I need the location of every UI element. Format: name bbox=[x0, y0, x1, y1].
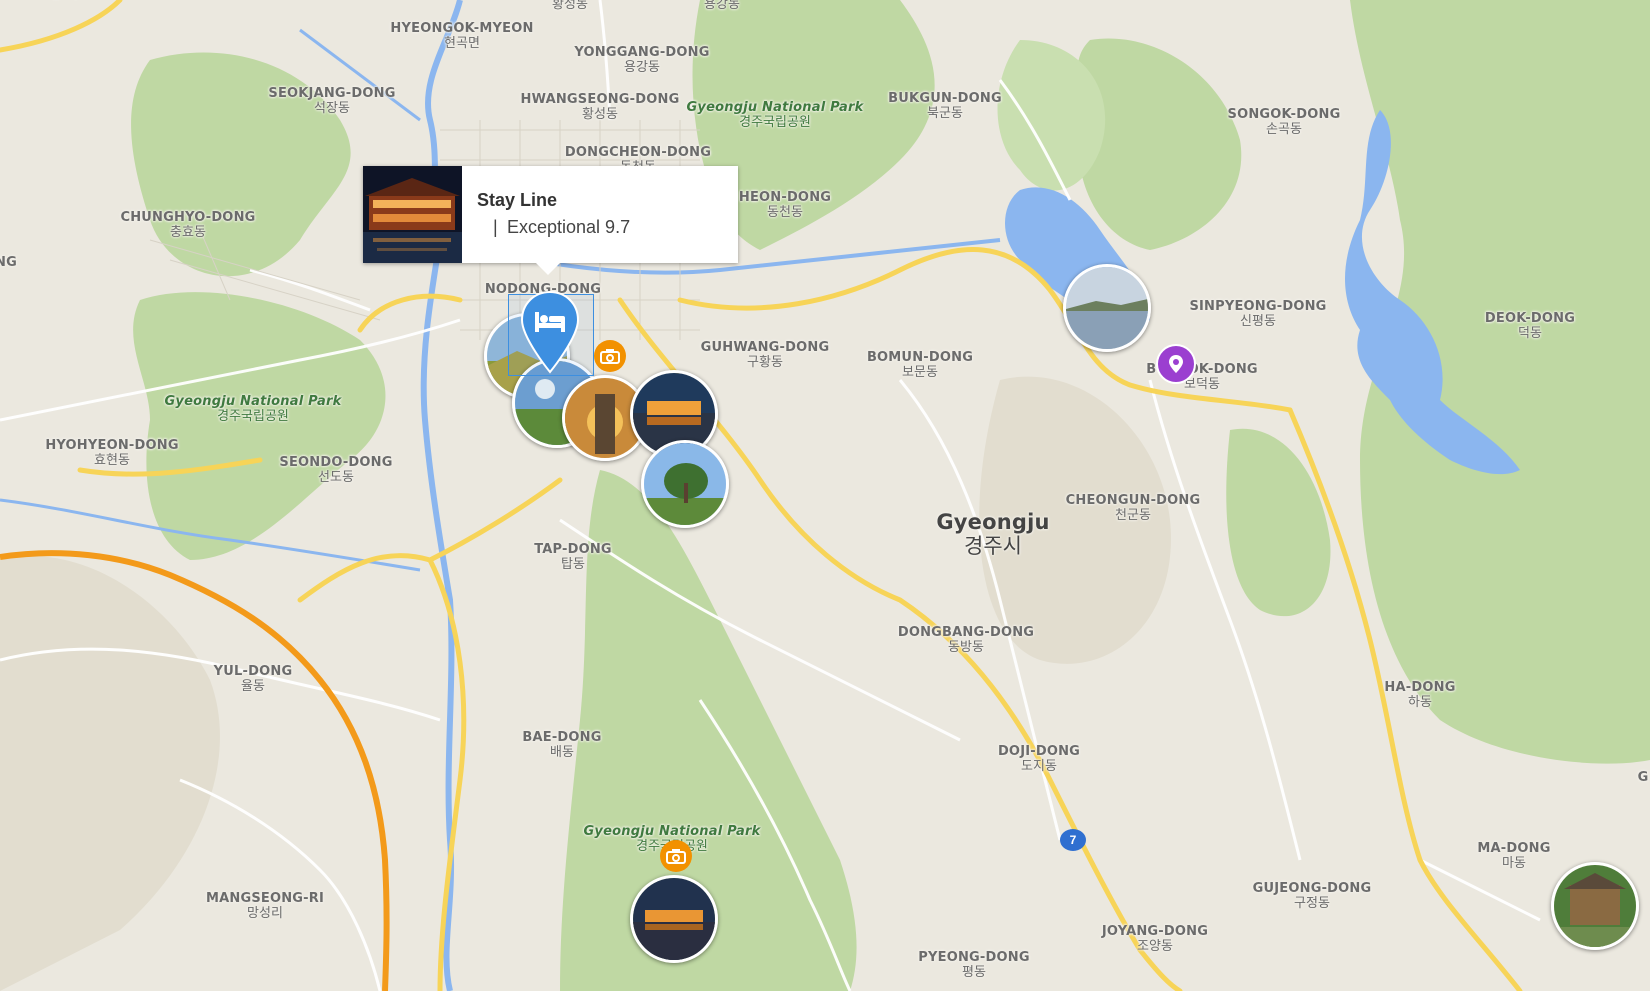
route-number-badge: 7 bbox=[1060, 829, 1086, 851]
place-label-seokjang: SEOKJANG-DONG 석장동 bbox=[268, 86, 396, 116]
photo-marker-8[interactable] bbox=[1551, 862, 1639, 950]
place-label-yonggang-top: 용강동 bbox=[704, 0, 740, 12]
place-label-seondo: SEONDO-DONG 선도동 bbox=[279, 455, 393, 485]
hotel-info-popup[interactable]: Stay Line | Exceptional 9.7 bbox=[363, 166, 738, 275]
hotel-marker[interactable] bbox=[519, 290, 581, 374]
place-label-sinpyeong: SINPYEONG-DONG 신평동 bbox=[1189, 299, 1327, 329]
camera-icon bbox=[600, 349, 620, 364]
place-label-joyang: JOYANG-DONG 조양동 bbox=[1101, 924, 1209, 954]
hotel-name[interactable]: Stay Line bbox=[477, 190, 557, 211]
place-label-edge-g: G bbox=[1637, 770, 1649, 785]
place-label-mangseong: MANGSEONG-RI 망성리 bbox=[205, 891, 325, 921]
place-label-edge-ng: NG bbox=[0, 255, 17, 270]
camera-marker-2[interactable] bbox=[660, 840, 692, 872]
place-label-hadong: HA-DONG 하동 bbox=[1384, 680, 1456, 710]
place-label-doji: DOJI-DONG 도지동 bbox=[997, 744, 1081, 774]
place-label-songok: SONGOK-DONG 손곡동 bbox=[1227, 107, 1341, 137]
place-label-tapdong: TAP-DONG 탑동 bbox=[534, 542, 612, 572]
place-label-baedong: BAE-DONG 배동 bbox=[522, 730, 602, 760]
place-label-chunghyo: CHUNGHYO-DONG 충효동 bbox=[120, 210, 256, 240]
photo-marker-5[interactable] bbox=[641, 440, 729, 528]
hotel-thumbnail bbox=[363, 166, 462, 263]
park-label-north: Gyeongju National Park 경주국립공원 bbox=[686, 100, 864, 130]
rating-separator: | bbox=[493, 217, 498, 237]
camera-icon bbox=[666, 849, 686, 864]
place-label-cheon: HEON-DONG 동천동 bbox=[738, 190, 832, 220]
place-label-yonggang: YONGGANG-DONG 용강동 bbox=[574, 45, 710, 75]
place-label-edge-top-left: 동 리 bbox=[50, 0, 78, 3]
place-label-deokdong: DEOK-DONG 덕동 bbox=[1484, 311, 1576, 341]
place-label-gujeong: GUJEONG-DONG 구정동 bbox=[1252, 881, 1372, 911]
place-label-hwangseong-top: 황성동 bbox=[552, 0, 588, 12]
place-label-madong: MA-DONG 마동 bbox=[1477, 841, 1551, 871]
place-label-yul: YUL-DONG 율동 bbox=[213, 664, 293, 694]
map-pin-icon bbox=[1169, 355, 1183, 373]
hotel-rating: Exceptional 9.7 bbox=[507, 217, 631, 237]
photo-marker-7[interactable] bbox=[630, 875, 718, 963]
place-label-guhwang: GUHWANG-DONG 구황동 bbox=[700, 340, 830, 370]
place-label-bukgun: BUKGUN-DONG 북군동 bbox=[888, 91, 1002, 121]
popup-pointer bbox=[536, 263, 560, 275]
place-label-dongbang: DONGBANG-DONG 동방동 bbox=[897, 625, 1035, 655]
place-label-cheongun: CHEONGUN-DONG 천군동 bbox=[1065, 493, 1201, 523]
place-label-bomun: BOMUN-DONG 보문동 bbox=[866, 350, 974, 380]
city-label-gyeongju: Gyeongju 경주시 bbox=[936, 510, 1050, 559]
park-label-west: Gyeongju National Park 경주국립공원 bbox=[164, 394, 342, 424]
place-label-hyeongok: HYEONGOK-MYEON 현곡면 bbox=[390, 21, 534, 51]
photo-marker-6[interactable] bbox=[1063, 264, 1151, 352]
place-label-hyohyeon: HYOHYEON-DONG 효현동 bbox=[45, 438, 179, 468]
camera-marker-1[interactable] bbox=[594, 340, 626, 372]
map-canvas[interactable]: 동 리 황성동 용강동 HYEONGOK-MYEON현곡면 YONGGANG-D… bbox=[0, 0, 1650, 991]
poi-marker[interactable] bbox=[1156, 344, 1196, 384]
map-background[interactable] bbox=[0, 0, 1650, 991]
place-label-hwangseong: HWANGSEONG-DONG 황성동 bbox=[520, 92, 680, 122]
place-label-pyeong: PYEONG-DONG 평동 bbox=[918, 950, 1030, 980]
